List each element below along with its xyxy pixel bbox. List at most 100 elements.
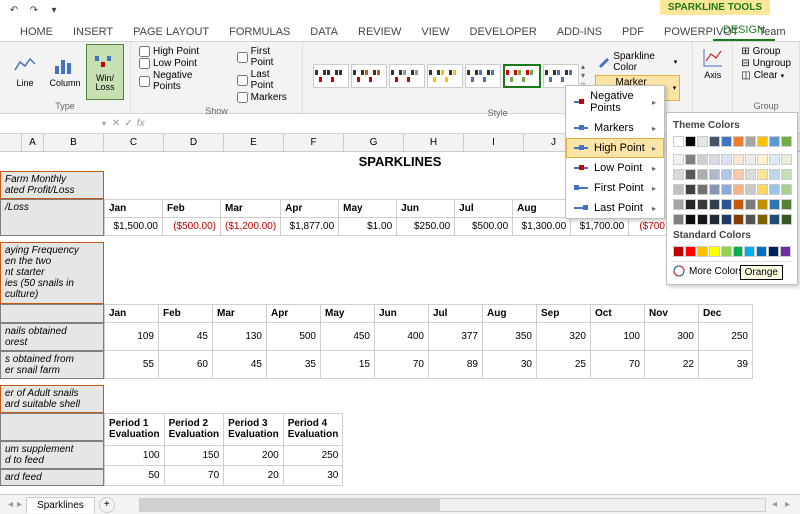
color-swatch[interactable]	[709, 154, 720, 165]
style-swatch-7[interactable]	[543, 64, 579, 88]
color-swatch[interactable]	[697, 246, 708, 257]
color-swatch[interactable]	[709, 246, 720, 257]
color-swatch[interactable]	[733, 214, 744, 225]
sparkline-color-button[interactable]: Sparkline Color▾	[595, 50, 680, 74]
color-swatch[interactable]	[781, 199, 792, 210]
col-I[interactable]: I	[464, 134, 524, 151]
color-swatch[interactable]	[673, 214, 684, 225]
cell[interactable]: 300	[645, 323, 699, 351]
color-swatch[interactable]	[745, 199, 756, 210]
cell[interactable]: 100	[591, 323, 645, 351]
col-A[interactable]: A	[22, 134, 44, 151]
color-swatch[interactable]	[756, 246, 767, 257]
color-swatch[interactable]	[673, 199, 684, 210]
ungroup-button[interactable]: ⊟Ungroup	[741, 58, 791, 69]
color-swatch[interactable]	[733, 199, 744, 210]
group-button[interactable]: ⊞Group	[741, 46, 791, 57]
color-swatch[interactable]	[685, 184, 696, 195]
marker-markers[interactable]: Markers▸	[566, 118, 664, 138]
cell[interactable]: 70	[375, 351, 429, 379]
color-swatch[interactable]	[721, 136, 732, 147]
col-C[interactable]: C	[104, 134, 164, 151]
color-swatch[interactable]	[781, 214, 792, 225]
color-swatch[interactable]	[721, 246, 732, 257]
color-swatch[interactable]	[673, 169, 684, 180]
marker-last-point[interactable]: Last Point▸	[566, 198, 664, 218]
cell[interactable]: 70	[164, 465, 224, 485]
color-swatch[interactable]	[685, 136, 696, 147]
color-swatch[interactable]	[685, 246, 696, 257]
color-swatch[interactable]	[709, 199, 720, 210]
markers-checkbox[interactable]: Markers	[237, 92, 294, 103]
cell[interactable]: 400	[375, 323, 429, 351]
tab-page-layout[interactable]: PAGE LAYOUT	[123, 23, 219, 41]
cell[interactable]: 50	[105, 465, 165, 485]
color-swatch[interactable]	[757, 154, 768, 165]
color-swatch[interactable]	[769, 169, 780, 180]
col-B[interactable]: B	[44, 134, 104, 151]
color-swatch[interactable]	[757, 199, 768, 210]
color-swatch[interactable]	[744, 246, 755, 257]
axis-button[interactable]: Axis	[699, 44, 726, 82]
cell[interactable]: 150	[164, 445, 224, 465]
clear-button[interactable]: ◫Clear ▾	[741, 70, 791, 81]
color-swatch[interactable]	[757, 184, 768, 195]
cell[interactable]: $1,500.00	[105, 218, 163, 236]
style-swatch-6[interactable]	[503, 64, 541, 88]
cell[interactable]: 30	[283, 465, 343, 485]
color-swatch[interactable]	[769, 136, 780, 147]
color-swatch[interactable]	[757, 214, 768, 225]
add-sheet-button[interactable]: +	[99, 497, 115, 513]
enter-formula-icon[interactable]: ✓	[124, 118, 132, 129]
color-swatch[interactable]	[721, 154, 732, 165]
cancel-formula-icon[interactable]: ✕	[112, 118, 120, 129]
color-swatch[interactable]	[685, 169, 696, 180]
color-swatch[interactable]	[721, 214, 732, 225]
tab-view[interactable]: VIEW	[411, 23, 459, 41]
color-swatch[interactable]	[769, 184, 780, 195]
cell[interactable]: $500.00	[455, 218, 513, 236]
cell[interactable]: 20	[224, 465, 284, 485]
horizontal-scrollbar[interactable]	[139, 498, 766, 512]
color-swatch[interactable]	[781, 154, 792, 165]
color-swatch[interactable]	[673, 246, 684, 257]
color-swatch[interactable]	[673, 154, 684, 165]
cell[interactable]: 35	[267, 351, 321, 379]
cell[interactable]: 25	[537, 351, 591, 379]
color-swatch[interactable]	[697, 184, 708, 195]
cell[interactable]: $1,700.00	[571, 218, 629, 236]
cell[interactable]: 45	[213, 351, 267, 379]
style-swatch-5[interactable]	[465, 64, 501, 88]
cell[interactable]: 100	[105, 445, 165, 465]
style-swatch-3[interactable]	[389, 64, 425, 88]
cell[interactable]: 250	[699, 323, 753, 351]
cell[interactable]: 350	[483, 323, 537, 351]
cell[interactable]: 250	[283, 445, 343, 465]
scroll-thumb[interactable]	[140, 499, 440, 511]
cell[interactable]: ($500.00)	[163, 218, 221, 236]
color-swatch[interactable]	[709, 184, 720, 195]
color-swatch[interactable]	[745, 214, 756, 225]
tab-pdf[interactable]: PDF	[612, 23, 654, 41]
color-swatch[interactable]	[745, 184, 756, 195]
sheet-nav-prev[interactable]: ◂	[8, 499, 13, 510]
cell[interactable]: 320	[537, 323, 591, 351]
col-F[interactable]: F	[284, 134, 344, 151]
marker-first-point[interactable]: First Point▸	[566, 178, 664, 198]
sparkline-winloss-button[interactable]: Win/ Loss	[86, 44, 124, 100]
fx-icon[interactable]: fx	[137, 118, 145, 129]
color-swatch[interactable]	[781, 169, 792, 180]
select-all-corner[interactable]	[0, 134, 22, 151]
cell[interactable]: $250.00	[397, 218, 455, 236]
color-swatch[interactable]	[757, 136, 768, 147]
col-H[interactable]: H	[404, 134, 464, 151]
cell[interactable]: 70	[591, 351, 645, 379]
cell[interactable]: ($1,200.00)	[221, 218, 281, 236]
color-swatch[interactable]	[709, 214, 720, 225]
last-point-checkbox[interactable]: Last Point	[237, 69, 294, 91]
color-swatch[interactable]	[685, 199, 696, 210]
color-swatch[interactable]	[733, 169, 744, 180]
color-swatch[interactable]	[697, 136, 708, 147]
marker-low-point[interactable]: Low Point▸	[566, 158, 664, 178]
sheet-tab-sparklines[interactable]: Sparklines	[26, 497, 95, 513]
